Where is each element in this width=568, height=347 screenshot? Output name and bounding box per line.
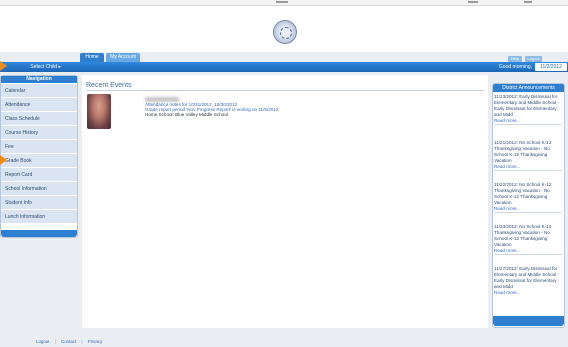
student-photo (87, 94, 111, 129)
announcement-text: 11/27/2012: Early Dismissal for Elementa… (494, 266, 560, 289)
sidebar-item-attendance[interactable]: Attendance (1, 98, 77, 112)
footer-privacy-link[interactable]: Privacy (88, 339, 102, 344)
sidebar-footer (1, 230, 77, 237)
announcement-item: 11/23/2012: No School K-12 Thanksgiving … (494, 224, 562, 255)
footer-logout-link[interactable]: Logout (36, 339, 49, 344)
strip-mark (468, 1, 478, 3)
footer-separator: | (81, 339, 83, 344)
annotation-arrow-icon (0, 61, 7, 71)
announcement-item: 11/22/2012: No School K-12 Thanksgiving … (494, 182, 562, 213)
current-date: 11/2/2012 (535, 63, 567, 71)
greeting-text: Good morning, (498, 64, 532, 70)
sidebar-item-class-schedule[interactable]: Class Schedule (1, 112, 77, 126)
read-more-link[interactable]: Read more... (494, 118, 562, 124)
sidebar-item-student-info[interactable]: Student Info (1, 196, 77, 210)
announcement-item: 11/21/2012: No School K-12 Thanksgiving … (494, 140, 562, 171)
recent-events-title: Recent Events (86, 82, 132, 89)
announcement-text: 11/21/2012: No School K-12 Thanksgiving … (494, 140, 552, 163)
sidebar-item-course-history[interactable]: Course History (1, 126, 77, 140)
read-more-link[interactable]: Read more... (494, 290, 562, 296)
announcement-item: 11/13/2012: Early Dismissal for Elementa… (494, 94, 562, 125)
sidebar-item-lunch-information[interactable]: Lunch Information (1, 210, 77, 224)
sidebar-item-school-information[interactable]: School Information (1, 182, 77, 196)
main-content (82, 75, 488, 328)
read-more-link[interactable]: Read more... (494, 248, 562, 254)
sidebar-item-calendar[interactable]: Calendar (1, 84, 77, 98)
sidebar-item-report-card[interactable]: Report Card (1, 168, 77, 182)
tab-my-account[interactable]: My Account (106, 53, 140, 62)
sidebar-item-grade-book[interactable]: Grade Book (1, 154, 77, 168)
announcements-footer (493, 316, 564, 326)
sidebar-header: Navigation (1, 76, 77, 83)
announcement-text: 11/13/2012: Early Dismissal for Elementa… (494, 94, 560, 117)
read-more-link[interactable]: Read more... (494, 164, 562, 170)
footer-links: Logout | Contact | Privacy (36, 339, 156, 345)
announcement-item: 11/27/2012: Early Dismissal for Elementa… (494, 266, 562, 296)
annotation-arrow-icon (0, 155, 7, 165)
announcements-title: District Announcements (493, 84, 564, 92)
strip-mark (524, 1, 532, 3)
read-more-link[interactable]: Read more... (494, 206, 562, 212)
announcement-text: 11/22/2012: No School K-12 Thanksgiving … (494, 182, 552, 205)
sidebar-item-fee[interactable]: Fee (1, 140, 77, 154)
select-child-button[interactable]: Select Child ▸ (13, 63, 61, 71)
tab-home[interactable]: Home (80, 53, 104, 62)
footer-separator: | (54, 339, 56, 344)
strip-mark (276, 1, 288, 3)
footer-contact-link[interactable]: Contact (61, 339, 76, 344)
announcement-text: 11/23/2012: No School K-12 Thanksgiving … (494, 224, 552, 247)
district-seal-icon (273, 20, 297, 44)
section-divider (86, 90, 484, 91)
event-home-school: Home School: Blue Valley Middle School (145, 112, 228, 117)
